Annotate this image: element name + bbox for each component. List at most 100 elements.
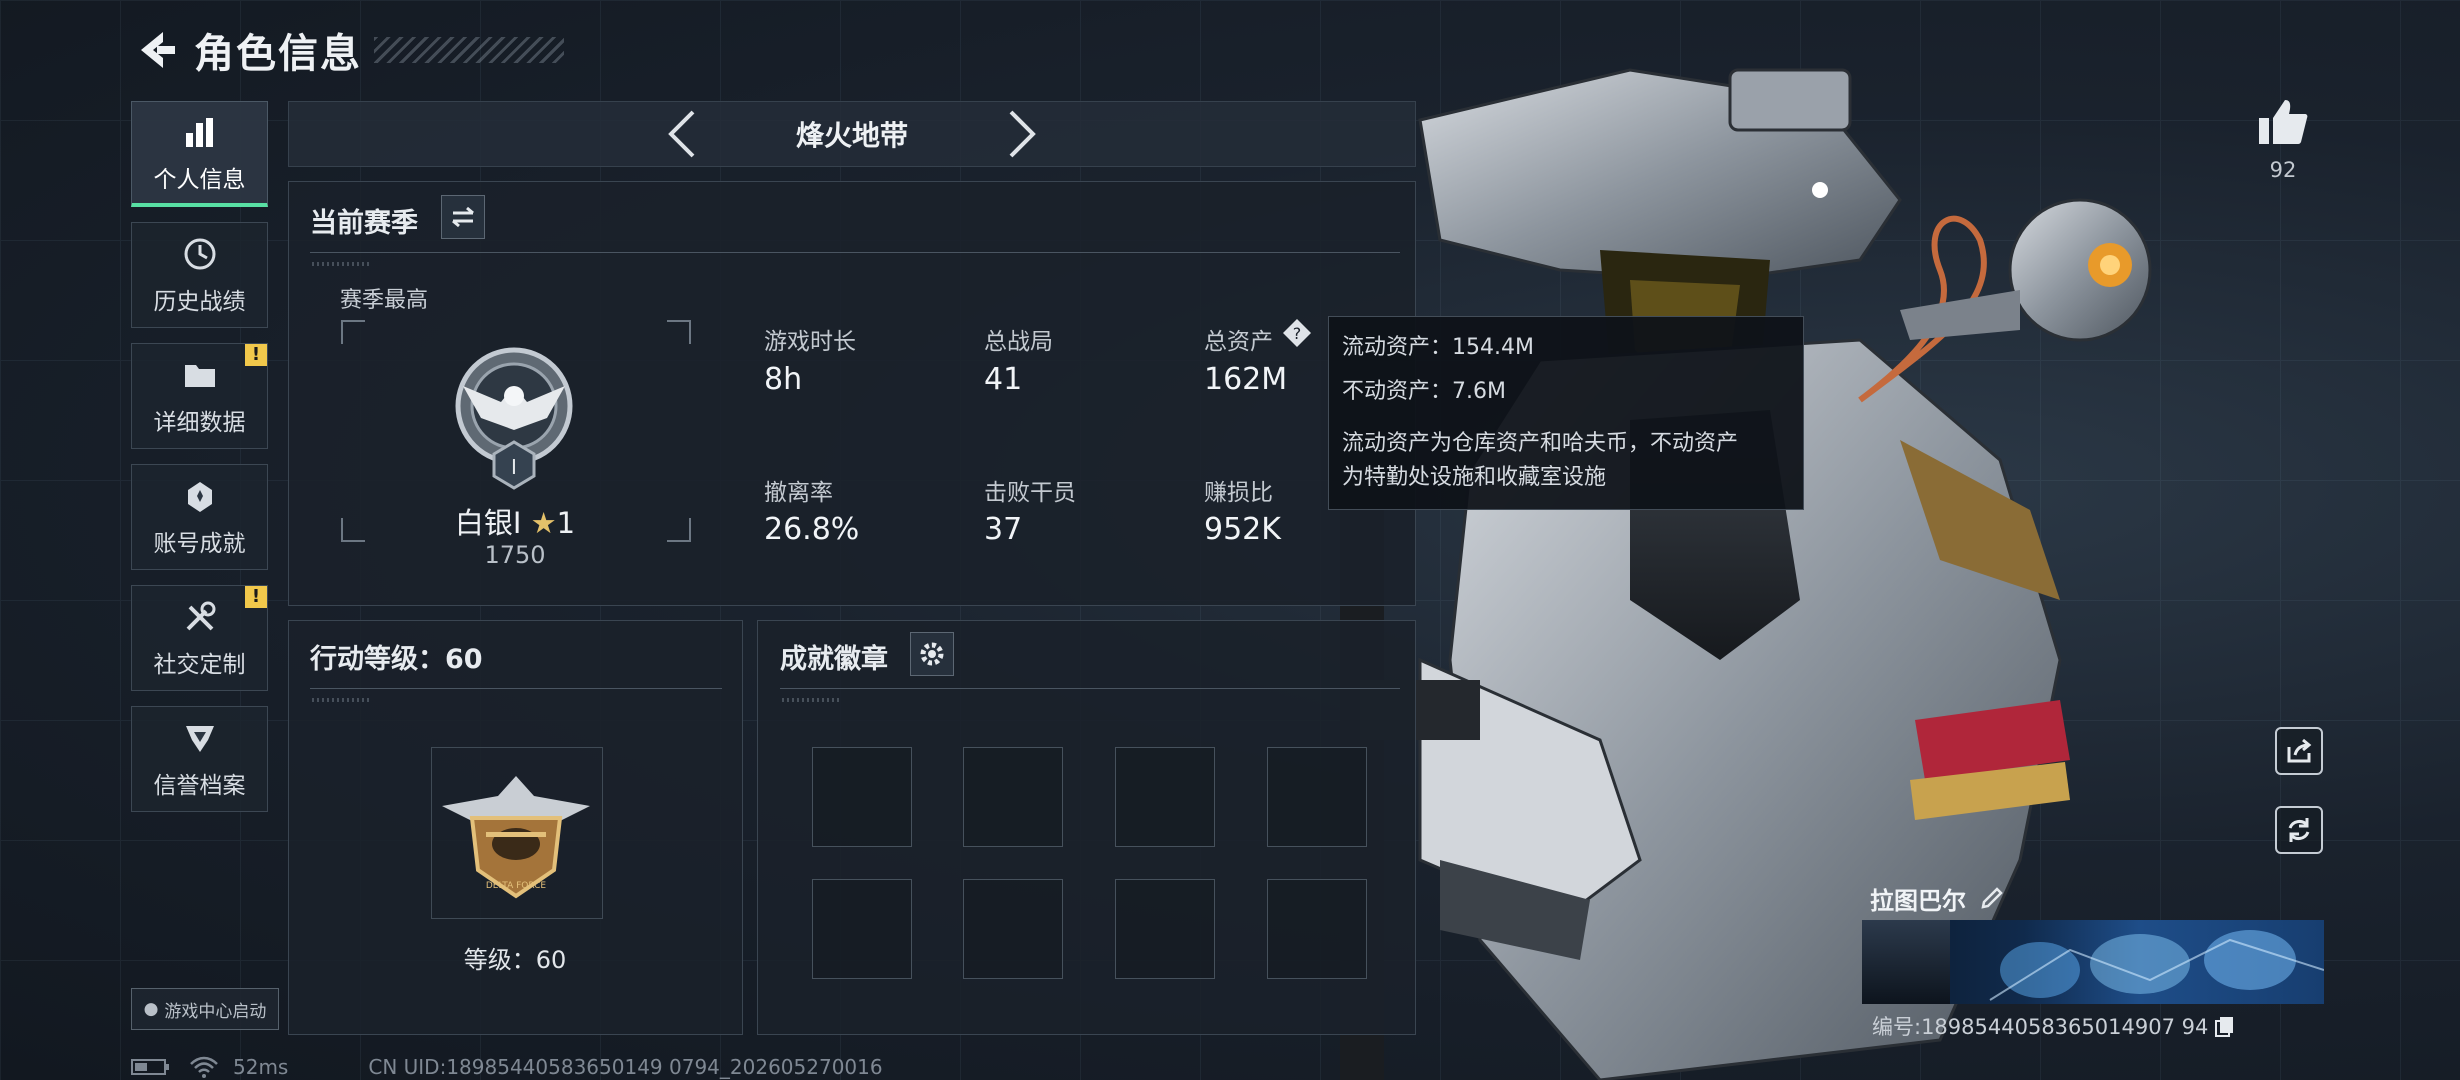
- cn-uid-text: CN UID:18985440583650149 0794_2026052700…: [368, 1055, 883, 1079]
- character-name: 拉图巴尔: [1870, 886, 1966, 915]
- sidebar-item-credit-record[interactable]: 信誉档案: [131, 706, 268, 812]
- sidebar-item-history[interactable]: 历史战绩: [131, 222, 268, 328]
- folder-icon: [180, 355, 220, 395]
- help-icon: ?: [1283, 319, 1311, 347]
- refresh-icon: [2288, 818, 2310, 842]
- stat-assets-value: 162M: [1204, 362, 1288, 397]
- share-button[interactable]: [2275, 727, 2323, 775]
- thumbs-up-icon: [2259, 100, 2308, 144]
- badge-slot[interactable]: [963, 747, 1063, 847]
- star-icon: ★: [530, 506, 557, 540]
- back-button[interactable]: [130, 25, 180, 75]
- bar-chart-icon: [180, 112, 220, 152]
- qq-icon: ●: [143, 999, 159, 1019]
- sidebar-item-label: 个人信息: [153, 166, 246, 193]
- badge-slot[interactable]: [812, 747, 912, 847]
- achievement-divider: [780, 688, 1400, 689]
- title-decoration: [374, 37, 564, 63]
- rank-name: 白银I ★1: [440, 500, 590, 542]
- stat-playtime-label: 游戏时长: [764, 329, 856, 355]
- badge-slot[interactable]: [1267, 747, 1367, 847]
- achievement-icon: [180, 476, 220, 516]
- page-header: 角色信息: [130, 20, 564, 80]
- rank-score: 1750: [484, 541, 546, 569]
- badge-slot[interactable]: [963, 879, 1063, 979]
- refresh-button[interactable]: [2275, 806, 2323, 854]
- banner-art: [1989, 930, 2324, 1001]
- gear-icon: [920, 642, 944, 666]
- wifi-icon: [190, 1056, 218, 1078]
- frame-corner: [341, 320, 365, 344]
- sidebar-item-label: 历史战绩: [153, 289, 246, 315]
- assets-help-button[interactable]: ?: [1282, 318, 1312, 348]
- avatar: [1862, 920, 1950, 1004]
- svg-text:DELTA FORCE: DELTA FORCE: [486, 881, 547, 891]
- history-icon: [180, 234, 220, 274]
- mode-prev-button[interactable]: [657, 106, 707, 162]
- game-center-launch-button[interactable]: ● 游戏中心启动: [131, 988, 279, 1030]
- character-name-row: 拉图巴尔: [1870, 880, 2006, 916]
- action-level-divider: [310, 688, 722, 689]
- season-switch-button[interactable]: [441, 195, 485, 239]
- stat-assets-label: 总资产: [1204, 329, 1273, 355]
- mode-selector: 烽火地带: [288, 101, 1416, 167]
- panel-decoration: [312, 698, 372, 702]
- season-divider: [310, 252, 1400, 253]
- stat-kills-label: 击败干员: [984, 480, 1076, 506]
- alert-badge: !: [245, 344, 267, 366]
- stat-profit-label: 赚损比: [1204, 480, 1273, 506]
- level-text: 等级：60: [463, 946, 567, 974]
- credit-icon: [180, 718, 220, 758]
- achievement-settings-button[interactable]: [910, 632, 954, 676]
- status-bar: 52ms CN UID:18985440583650149 0794_20260…: [131, 1055, 883, 1079]
- badge-slot[interactable]: [1115, 747, 1215, 847]
- badge-slot[interactable]: [812, 879, 912, 979]
- panel-decoration: [782, 698, 842, 702]
- copy-button[interactable]: [2214, 1015, 2236, 1037]
- rank-stars: 1: [556, 506, 576, 540]
- badge-slot[interactable]: [1267, 879, 1367, 979]
- copy-icon: [2215, 1017, 2234, 1037]
- achievement-title: 成就徽章: [780, 644, 888, 675]
- sidebar-item-detailed-data[interactable]: ! 详细数据: [131, 343, 268, 449]
- stat-extraction-label: 撤离率: [764, 480, 833, 506]
- badge-slot[interactable]: [1115, 879, 1215, 979]
- tooltip-fixed-assets: 不动资产：7.6M: [1342, 379, 1506, 404]
- frame-corner: [341, 518, 365, 542]
- like-button[interactable]: [2257, 96, 2309, 148]
- action-level-title: 行动等级：60: [310, 644, 483, 675]
- sidebar-item-account-achievements[interactable]: 账号成就: [131, 464, 268, 570]
- tooltip-liquid-assets: 流动资产：154.4M: [1342, 335, 1534, 360]
- tooltip-note-line2: 为特勤处设施和收藏室设施: [1342, 465, 1607, 490]
- stat-extraction-value: 26.8%: [764, 512, 860, 547]
- like-count: 92: [2269, 158, 2297, 182]
- sidebar-item-label: 社交定制: [153, 652, 246, 678]
- stat-playtime-value: 8h: [764, 362, 803, 397]
- panel-decoration: [312, 262, 372, 266]
- sidebar: 个人信息 历史战绩 ! 详细数据 账号成就 ! 社交定制 信誉档案: [131, 101, 270, 827]
- stat-matches-label: 总战局: [984, 329, 1053, 355]
- mode-name: 烽火地带: [795, 119, 908, 152]
- player-id: 编号:1898544058365014907 94: [1872, 1011, 2236, 1041]
- sidebar-item-label: 详细数据: [153, 410, 246, 436]
- season-title: 当前赛季: [310, 208, 418, 239]
- sidebar-item-label: 信誉档案: [153, 773, 246, 799]
- page-title: 角色信息: [194, 31, 362, 77]
- stat-matches-value: 41: [984, 362, 1023, 397]
- profile-banner[interactable]: [1862, 920, 2324, 1004]
- back-arrow-icon: [141, 32, 175, 68]
- sidebar-item-personal-info[interactable]: 个人信息: [131, 101, 268, 207]
- alert-badge: !: [245, 586, 267, 608]
- sidebar-item-label: 账号成就: [153, 531, 246, 557]
- frame-corner: [667, 320, 691, 344]
- sidebar-item-social-customize[interactable]: ! 社交定制: [131, 585, 268, 691]
- edit-name-button[interactable]: [1980, 885, 2006, 911]
- season-best-label: 赛季最高: [340, 288, 429, 313]
- rank-badge-icon: I: [455, 347, 573, 490]
- mode-next-button[interactable]: [997, 106, 1047, 162]
- stat-profit-value: 952K: [1204, 512, 1281, 547]
- frame-corner: [667, 518, 691, 542]
- level-badge-icon: DELTA FORCE: [442, 776, 590, 899]
- tooltip-note-line1: 流动资产为仓库资产和哈夫币，不动资产: [1342, 431, 1739, 456]
- assets-tooltip: 流动资产：154.4M 不动资产：7.6M 流动资产为仓库资产和哈夫币，不动资产…: [1328, 316, 1804, 510]
